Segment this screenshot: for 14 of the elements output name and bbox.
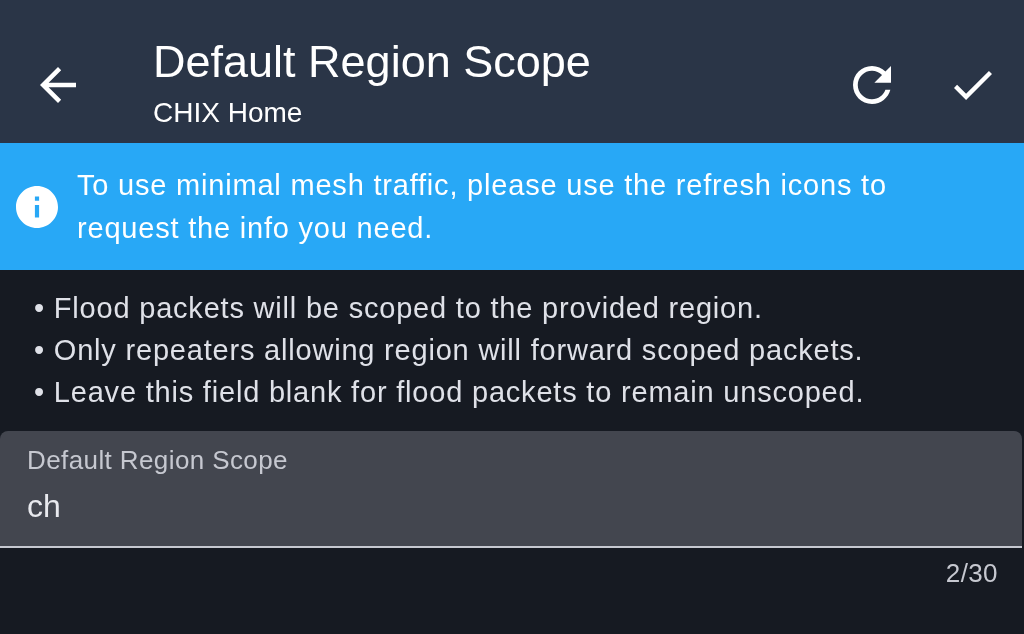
check-icon <box>954 70 992 100</box>
page-title: Default Region Scope <box>153 36 591 88</box>
note-text: • Only repeaters allowing region will forward scoped packets. <box>34 333 864 368</box>
page-subtitle: CHIX Home <box>153 96 303 130</box>
field-label: Default Region Scope <box>27 445 288 475</box>
text-field[interactable]: Default Region Scope ch <box>0 431 1022 548</box>
back-arrow-icon <box>40 67 76 103</box>
banner-message: To use minimal mesh traffic, please use the refresh icons to request the info you need. <box>77 167 888 246</box>
note-text: • Flood packets will be scoped to the provided region. <box>34 291 763 326</box>
note-text: • Leave this field blank for flood packets to remain unscoped. <box>34 375 865 410</box>
refresh-icon <box>853 66 891 104</box>
info-icon <box>16 185 58 228</box>
input-field[interactable]: ch <box>27 486 995 526</box>
character-counter: 2/30 <box>945 558 998 588</box>
